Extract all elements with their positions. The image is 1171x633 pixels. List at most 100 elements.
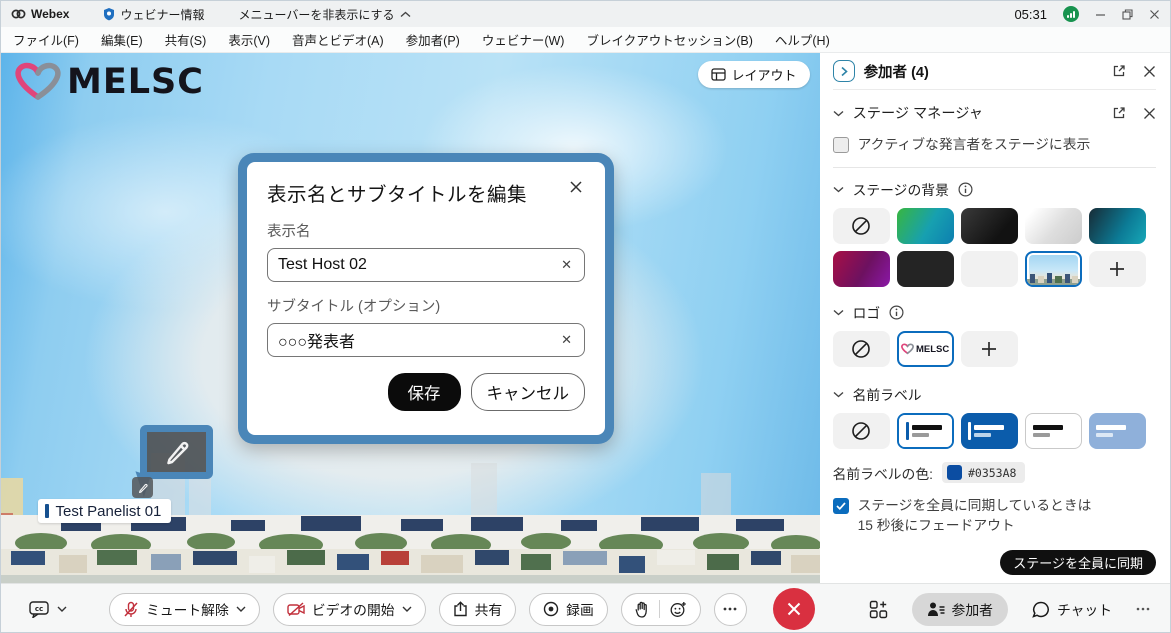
- chevron-down-icon[interactable]: [833, 110, 844, 117]
- close-icon: [569, 180, 583, 194]
- label-color-picker[interactable]: #0353A8: [942, 462, 1025, 483]
- logo-swatch-add-button[interactable]: [961, 331, 1018, 367]
- divider: [659, 600, 660, 618]
- menu-share[interactable]: 共有(S): [165, 30, 207, 49]
- subtitle-input[interactable]: [278, 331, 559, 349]
- participant-name-label: Test Panelist 01: [38, 499, 171, 523]
- chevron-down-icon: [236, 606, 246, 612]
- plus-icon: [980, 340, 998, 358]
- divider: [833, 167, 1156, 168]
- webinar-info-button[interactable]: ウェビナー情報: [103, 6, 204, 23]
- none-icon: [851, 216, 871, 236]
- logo-swatch-melsc-selected[interactable]: MELSC: [897, 331, 954, 367]
- share-label: 共有: [475, 599, 503, 619]
- shield-icon: [103, 7, 115, 21]
- info-icon[interactable]: [889, 305, 904, 320]
- clear-subtitle-button[interactable]: ✕: [559, 332, 574, 348]
- hide-menubar-button[interactable]: メニューバーを非表示にする: [238, 6, 410, 23]
- popout-stage-manager-button[interactable]: [1112, 106, 1126, 120]
- reaction-smiley-icon[interactable]: [670, 601, 687, 618]
- bottom-toolbar: cc ミュート解除 ビデオの開始 共有 録画: [1, 583, 1170, 633]
- record-button[interactable]: 録画: [529, 593, 608, 626]
- more-options-button[interactable]: [714, 593, 747, 626]
- layout-button[interactable]: レイアウト: [698, 61, 810, 88]
- label-style-bar-light-selected[interactable]: [897, 413, 954, 449]
- ellipsis-icon: [1136, 607, 1150, 611]
- bg-swatch-white-gradient[interactable]: [1025, 208, 1082, 244]
- label-style-plain-light[interactable]: [1025, 413, 1082, 449]
- svg-text:cc: cc: [35, 605, 43, 613]
- chevron-down-icon[interactable]: [833, 309, 844, 316]
- bg-swatch-none[interactable]: [833, 208, 890, 244]
- label-style-none[interactable]: [833, 413, 890, 449]
- unmute-button[interactable]: ミュート解除: [109, 593, 260, 626]
- name-label-accent-bar: [45, 504, 49, 518]
- bg-swatch-city-selected[interactable]: [1025, 251, 1082, 287]
- menu-breakout[interactable]: ブレイクアウトセッション(B): [586, 30, 752, 49]
- bg-swatch-black-gradient[interactable]: [961, 208, 1018, 244]
- more-panels-button[interactable]: [1136, 607, 1150, 611]
- stage-brand-logo: MELSC: [15, 61, 204, 103]
- layout-button-label: レイアウト: [732, 65, 797, 84]
- clear-display-name-button[interactable]: ✕: [559, 257, 574, 273]
- name-label-style-grid: [833, 413, 1156, 449]
- close-stage-manager-button[interactable]: [1143, 107, 1156, 120]
- active-speaker-checkbox[interactable]: [833, 137, 849, 153]
- menu-webinar[interactable]: ウェビナー(W): [482, 30, 565, 49]
- participants-toggle-button[interactable]: 参加者: [912, 593, 1008, 626]
- menu-view[interactable]: 表示(V): [228, 30, 270, 49]
- bg-swatch-green-blue-gradient[interactable]: [897, 208, 954, 244]
- chat-bubble-icon: [1032, 601, 1050, 618]
- bg-swatch-purple-gradient[interactable]: [833, 251, 890, 287]
- menu-audio-video[interactable]: 音声とビデオ(A): [292, 30, 384, 49]
- dialog-close-button[interactable]: [567, 178, 585, 201]
- edit-name-pencil-button[interactable]: [132, 477, 153, 498]
- chat-toggle-label: チャット: [1057, 599, 1112, 619]
- share-button[interactable]: 共有: [439, 593, 517, 626]
- connection-quality-icon[interactable]: [1063, 6, 1079, 22]
- pencil-icon: [162, 437, 192, 467]
- stage-manager-title: ステージ マネージャ: [853, 103, 983, 123]
- close-window-button[interactable]: [1149, 9, 1160, 20]
- menu-edit[interactable]: 編集(E): [101, 30, 143, 49]
- menu-help[interactable]: ヘルプ(H): [775, 30, 830, 49]
- info-icon[interactable]: [958, 182, 973, 197]
- menu-file[interactable]: ファイル(F): [13, 30, 79, 49]
- sync-stage-button[interactable]: ステージを全員に同期: [1000, 550, 1156, 575]
- chevron-down-icon[interactable]: [833, 186, 844, 193]
- background-section-title: ステージの背景: [853, 179, 949, 199]
- label-style-bar-blue[interactable]: [961, 413, 1018, 449]
- save-button[interactable]: 保存: [388, 373, 461, 411]
- participant-name-text: Test Panelist 01: [56, 503, 162, 520]
- close-panel-button[interactable]: [1143, 65, 1156, 78]
- none-icon: [851, 421, 871, 441]
- popout-panel-button[interactable]: [1112, 64, 1126, 78]
- chevron-down-icon: [402, 606, 412, 612]
- start-video-button[interactable]: ビデオの開始: [273, 593, 426, 626]
- cancel-button[interactable]: キャンセル: [471, 373, 586, 411]
- bg-swatch-light-gray[interactable]: [961, 251, 1018, 287]
- chevron-down-icon[interactable]: [833, 391, 844, 398]
- stage-area: MELSC レイアウト Test Panelist 01: [1, 53, 820, 583]
- menu-participants[interactable]: 参加者(P): [406, 30, 460, 49]
- bg-swatch-add-button[interactable]: [1089, 251, 1146, 287]
- sync-checkbox-line2: 15 秒後にフェードアウト: [858, 516, 1092, 536]
- chat-toggle-button[interactable]: チャット: [1032, 599, 1112, 619]
- label-style-translucent-blue[interactable]: [1089, 413, 1146, 449]
- leave-webinar-button[interactable]: [773, 588, 815, 630]
- raise-hand-icon[interactable]: [635, 601, 649, 618]
- chevron-down-icon: [57, 606, 67, 612]
- display-name-input[interactable]: [278, 256, 559, 274]
- subtitle-label: サブタイトル (オプション): [267, 295, 585, 316]
- bg-swatch-charcoal[interactable]: [897, 251, 954, 287]
- captions-icon: cc: [29, 601, 49, 618]
- captions-button[interactable]: cc: [29, 601, 67, 618]
- collapse-panel-button[interactable]: [833, 60, 855, 82]
- minimize-button[interactable]: [1095, 9, 1106, 20]
- stage-brand-text: MELSC: [67, 62, 204, 102]
- bg-swatch-teal-gradient[interactable]: [1089, 208, 1146, 244]
- logo-swatch-none[interactable]: [833, 331, 890, 367]
- restore-button[interactable]: [1122, 9, 1133, 20]
- apps-button[interactable]: [869, 600, 888, 619]
- sync-fadeout-checkbox[interactable]: [833, 498, 849, 514]
